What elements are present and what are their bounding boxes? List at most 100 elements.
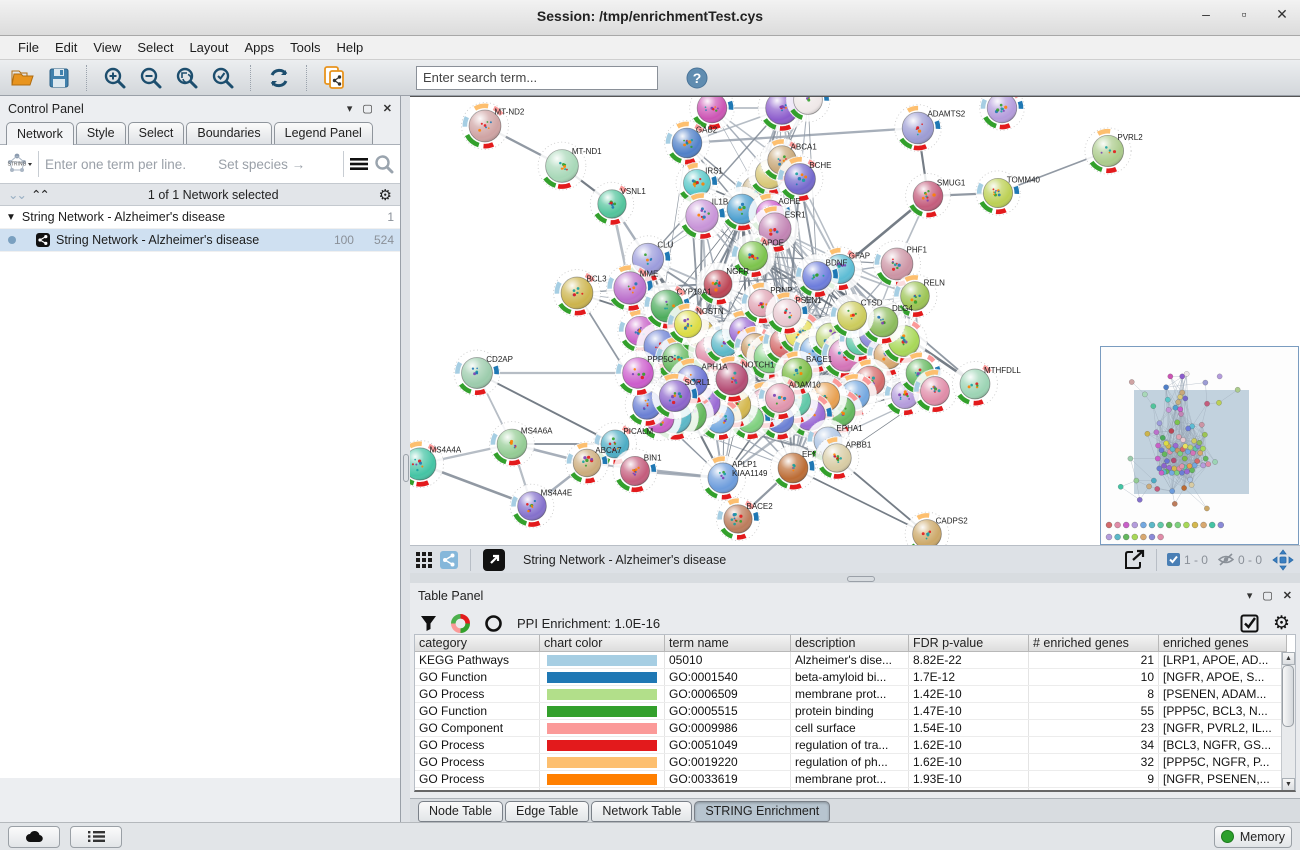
- network-node[interactable]: BCL3: [554, 270, 608, 317]
- network-node[interactable]: [913, 369, 957, 413]
- column-header--enriched-genes[interactable]: # enriched genes: [1029, 635, 1159, 652]
- table-scrollbar[interactable]: ▲ ▼: [1281, 652, 1295, 791]
- network-node[interactable]: SMUG1: [906, 174, 966, 219]
- zoom-out-icon[interactable]: [136, 64, 166, 92]
- table-row[interactable]: GO ProcessGO:0050435beta-amyloid m...2.0…: [415, 788, 1295, 791]
- share-network-icon[interactable]: [440, 551, 458, 569]
- tab-legend-panel[interactable]: Legend Panel: [274, 122, 373, 144]
- refresh-icon[interactable]: [264, 64, 294, 92]
- string-search-icon[interactable]: [374, 154, 394, 174]
- network-tree-row[interactable]: String Network - Alzheimer's disease1005…: [0, 229, 400, 252]
- network-node[interactable]: CADPS2: [905, 512, 968, 545]
- panel-menu-icon[interactable]: ▾: [1247, 589, 1253, 602]
- string-query-input[interactable]: Enter one term per line.: [45, 157, 186, 172]
- network-node[interactable]: GAB2: [665, 121, 718, 166]
- network-options-gear-icon[interactable]: ⚙: [379, 186, 392, 204]
- network-node[interactable]: MS4A4E: [510, 484, 572, 528]
- maximize-button[interactable]: ▫: [1236, 6, 1252, 23]
- table-settings-gear-icon[interactable]: ⚙: [1273, 612, 1290, 635]
- menu-tools[interactable]: Tools: [282, 38, 328, 57]
- pan-navigate-icon[interactable]: [1272, 549, 1294, 571]
- search-input[interactable]: [416, 66, 658, 90]
- tab-boundaries[interactable]: Boundaries: [186, 122, 271, 144]
- tab-network[interactable]: Network: [6, 122, 74, 145]
- table-row[interactable]: GO ProcessGO:0051049regulation of tra...…: [415, 737, 1295, 754]
- table-row[interactable]: GO ProcessGO:0006509membrane prot...1.42…: [415, 686, 1295, 703]
- panel-menu-icon[interactable]: ▾: [347, 102, 353, 115]
- table-row[interactable]: GO ProcessGO:0033619membrane prot...1.93…: [415, 771, 1295, 788]
- tab-string-enrichment[interactable]: STRING Enrichment: [694, 801, 830, 822]
- network-canvas[interactable]: MT-ND2MT-ND1VSNL1GAB2IRS1CHATABCA1BCHEIL…: [410, 96, 1300, 545]
- close-button[interactable]: ✕: [1274, 6, 1290, 23]
- expand-all-icon[interactable]: ⌃⌃: [31, 187, 48, 202]
- export-network-icon[interactable]: [1124, 549, 1146, 571]
- network-node[interactable]: VSNL1: [590, 182, 646, 225]
- task-history-button[interactable]: [70, 826, 122, 848]
- save-session-button[interactable]: [44, 64, 74, 92]
- table-row[interactable]: GO ComponentGO:0009986cell surface1.54E-…: [415, 720, 1295, 737]
- column-header-category[interactable]: category: [415, 635, 540, 652]
- network-node[interactable]: BCHE: [777, 156, 831, 202]
- minimize-button[interactable]: –: [1198, 6, 1214, 23]
- menu-view[interactable]: View: [85, 38, 129, 57]
- column-header-enriched-genes[interactable]: enriched genes: [1159, 635, 1287, 652]
- network-node[interactable]: APLP1KIAA1149: [700, 455, 768, 500]
- panel-float-icon[interactable]: ▢: [362, 102, 372, 115]
- network-node[interactable]: ADAMTS2: [895, 105, 966, 152]
- scroll-down-icon[interactable]: ▼: [1282, 778, 1295, 791]
- open-in-browser-icon[interactable]: [483, 549, 505, 571]
- table-row[interactable]: GO ProcessGO:0019220regulation of ph...1…: [415, 754, 1295, 771]
- automation-cloud-button[interactable]: [8, 826, 60, 848]
- species-hint[interactable]: Set species →: [218, 157, 305, 172]
- table-row[interactable]: KEGG Pathways05010Alzheimer's dise...8.8…: [415, 652, 1295, 669]
- zoom-fit-icon[interactable]: [172, 64, 202, 92]
- string-options-icon[interactable]: [350, 157, 368, 171]
- tab-network-table[interactable]: Network Table: [591, 801, 692, 822]
- collapse-all-icon[interactable]: ⌄⌄: [8, 187, 25, 202]
- select-rows-checkbox-icon[interactable]: [1240, 614, 1259, 633]
- network-node[interactable]: MTHFDLL: [953, 362, 1022, 407]
- network-node[interactable]: APBB1: [815, 436, 872, 480]
- network-node[interactable]: MT-ND1: [538, 142, 602, 190]
- scroll-thumb[interactable]: [1282, 665, 1294, 727]
- zoom-in-icon[interactable]: [100, 64, 130, 92]
- panel-close-icon[interactable]: ✕: [1283, 589, 1292, 602]
- column-header-term-name[interactable]: term name: [665, 635, 791, 652]
- grid-view-icon[interactable]: [416, 552, 432, 568]
- network-node[interactable]: PVRL2: [1085, 128, 1143, 174]
- network-node[interactable]: TOMM40: [976, 171, 1041, 215]
- birds-eye-view[interactable]: [1100, 346, 1299, 545]
- network-from-clipboard-icon[interactable]: [320, 64, 350, 92]
- network-node[interactable]: IL1B: [678, 192, 728, 240]
- panel-close-icon[interactable]: ✕: [383, 102, 392, 115]
- network-node[interactable]: BIN1: [613, 449, 662, 493]
- menu-help[interactable]: Help: [329, 38, 372, 57]
- table-row[interactable]: GO FunctionGO:0001540beta-amyloid bi...1…: [415, 669, 1295, 686]
- table-row[interactable]: GO FunctionGO:0005515protein binding1.47…: [415, 703, 1295, 720]
- tab-select[interactable]: Select: [128, 122, 185, 144]
- tab-edge-table[interactable]: Edge Table: [505, 801, 589, 822]
- network-node[interactable]: [980, 97, 1025, 130]
- network-node[interactable]: BACE2: [716, 497, 773, 540]
- open-session-button[interactable]: [8, 64, 38, 92]
- tab-node-table[interactable]: Node Table: [418, 801, 503, 822]
- tab-style[interactable]: Style: [76, 122, 126, 144]
- pie-chart-icon[interactable]: [451, 614, 470, 633]
- menu-apps[interactable]: Apps: [237, 38, 283, 57]
- ring-chart-icon[interactable]: [484, 614, 503, 633]
- column-header-description[interactable]: description: [791, 635, 909, 652]
- column-header-FDR-p-value[interactable]: FDR p-value: [909, 635, 1029, 652]
- network-tree-row[interactable]: ▼String Network - Alzheimer's disease1: [0, 206, 400, 229]
- panel-splitter-horizontal[interactable]: [410, 573, 1300, 583]
- help-icon[interactable]: ?: [682, 64, 712, 92]
- string-logo-icon[interactable]: STRING: [6, 152, 32, 176]
- filter-icon[interactable]: [420, 615, 437, 632]
- scroll-up-icon[interactable]: ▲: [1282, 652, 1295, 665]
- menu-edit[interactable]: Edit: [47, 38, 85, 57]
- menu-file[interactable]: File: [10, 38, 47, 57]
- menu-layout[interactable]: Layout: [181, 38, 236, 57]
- column-header-chart-color[interactable]: chart color: [540, 635, 665, 652]
- network-node[interactable]: MS4A4A: [410, 440, 462, 487]
- zoom-selected-icon[interactable]: [208, 64, 238, 92]
- panel-float-icon[interactable]: ▢: [1262, 589, 1272, 602]
